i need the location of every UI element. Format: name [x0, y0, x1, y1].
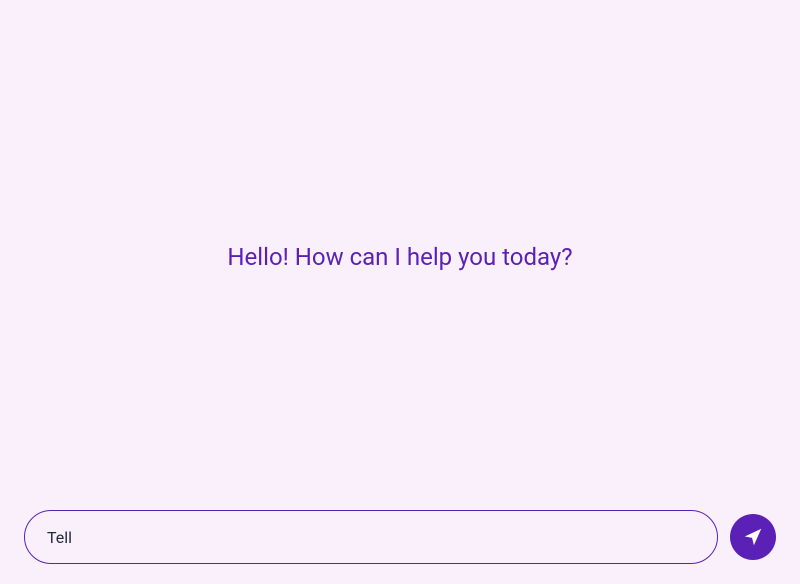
greeting-message: Hello! How can I help you today? — [0, 243, 800, 271]
send-button[interactable] — [730, 514, 776, 560]
send-icon — [742, 526, 764, 548]
input-bar — [24, 510, 776, 564]
message-input[interactable] — [24, 510, 718, 564]
